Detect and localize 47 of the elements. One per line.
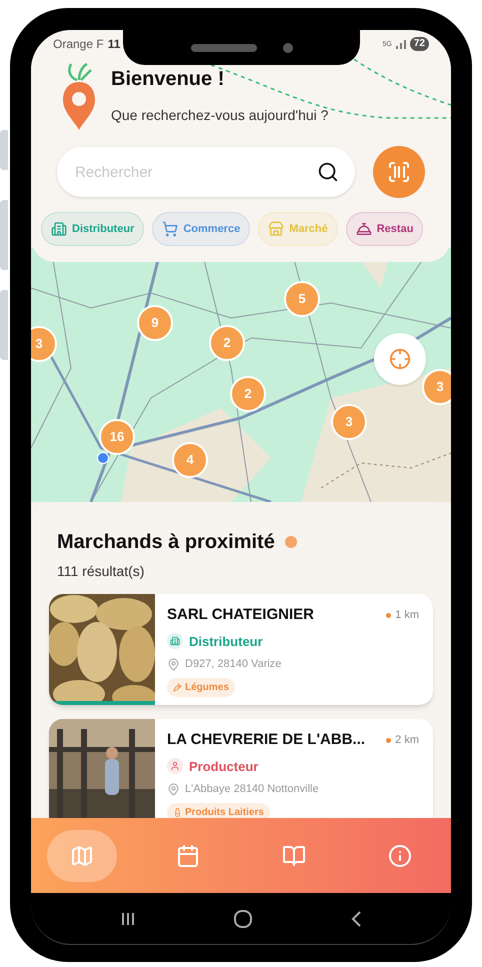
category-chip[interactable]: Restau [346, 212, 424, 246]
stall-icon [268, 221, 284, 237]
product-tag: Produits Laitiers [167, 802, 270, 818]
distance: 1 km [395, 608, 419, 623]
building-icon [167, 633, 183, 650]
signal-icon [396, 40, 406, 48]
distance: 2 km [395, 733, 419, 748]
pin-icon [167, 782, 180, 796]
category-chip[interactable]: Marché [258, 212, 338, 246]
nav-tab[interactable] [47, 830, 117, 882]
merchant-card[interactable]: SARL CHATEIGNIER 1 km Distributeur D927, 28140 Varize Légumes [49, 594, 433, 705]
cloche-icon [356, 221, 372, 237]
clock-time: 11 [108, 36, 120, 53]
merchant-card[interactable]: LA CHEVRERIE DE L'ABB... 2 km Producteur L'Abbaye 28140 Nottonville Produits Laitiers [49, 719, 433, 818]
merchant-name: LA CHEVRERIE DE L'ABB... [167, 730, 366, 750]
merchant-type: Producteur [189, 758, 258, 776]
section-title: Marchands à proximité [57, 530, 275, 555]
welcome-subtitle: Que recherchez-vous aujourd'hui ? [111, 106, 328, 125]
logo-icon [61, 62, 97, 132]
search-icon [317, 161, 339, 183]
merchant-address: L'Abbaye 28140 Nottonville [185, 782, 319, 797]
crosshair-icon [389, 348, 411, 370]
info-icon [388, 844, 412, 868]
battery-level: 72 [410, 37, 429, 51]
carrot-icon [173, 682, 182, 692]
welcome-title: Bienvenue ! [111, 67, 226, 92]
recents-icon[interactable] [120, 910, 136, 926]
home-icon[interactable] [232, 910, 253, 928]
results-count: 111 résultat(s) [56, 562, 146, 581]
cart-icon [162, 221, 178, 237]
book-icon [282, 844, 306, 868]
category-chip[interactable]: Distributeur [41, 212, 144, 246]
scan-button[interactable] [373, 146, 425, 198]
calendar-icon [176, 844, 200, 868]
category-chip[interactable]: Commerce [152, 212, 250, 246]
merchant-name: SARL CHATEIGNIER [167, 605, 314, 625]
merchant-type: Distributeur [189, 632, 263, 650]
map-icon [70, 844, 94, 868]
pin-icon [167, 658, 180, 671]
carrier-name: Orange F [53, 36, 104, 53]
person-icon [167, 758, 183, 774]
merchant-address: D927, 28140 Varize [185, 657, 282, 672]
building-icon [51, 221, 67, 237]
bottle-icon [173, 808, 182, 816]
back-icon[interactable] [350, 910, 362, 928]
product-tag: Légumes [167, 678, 235, 696]
scan-icon [387, 160, 411, 184]
